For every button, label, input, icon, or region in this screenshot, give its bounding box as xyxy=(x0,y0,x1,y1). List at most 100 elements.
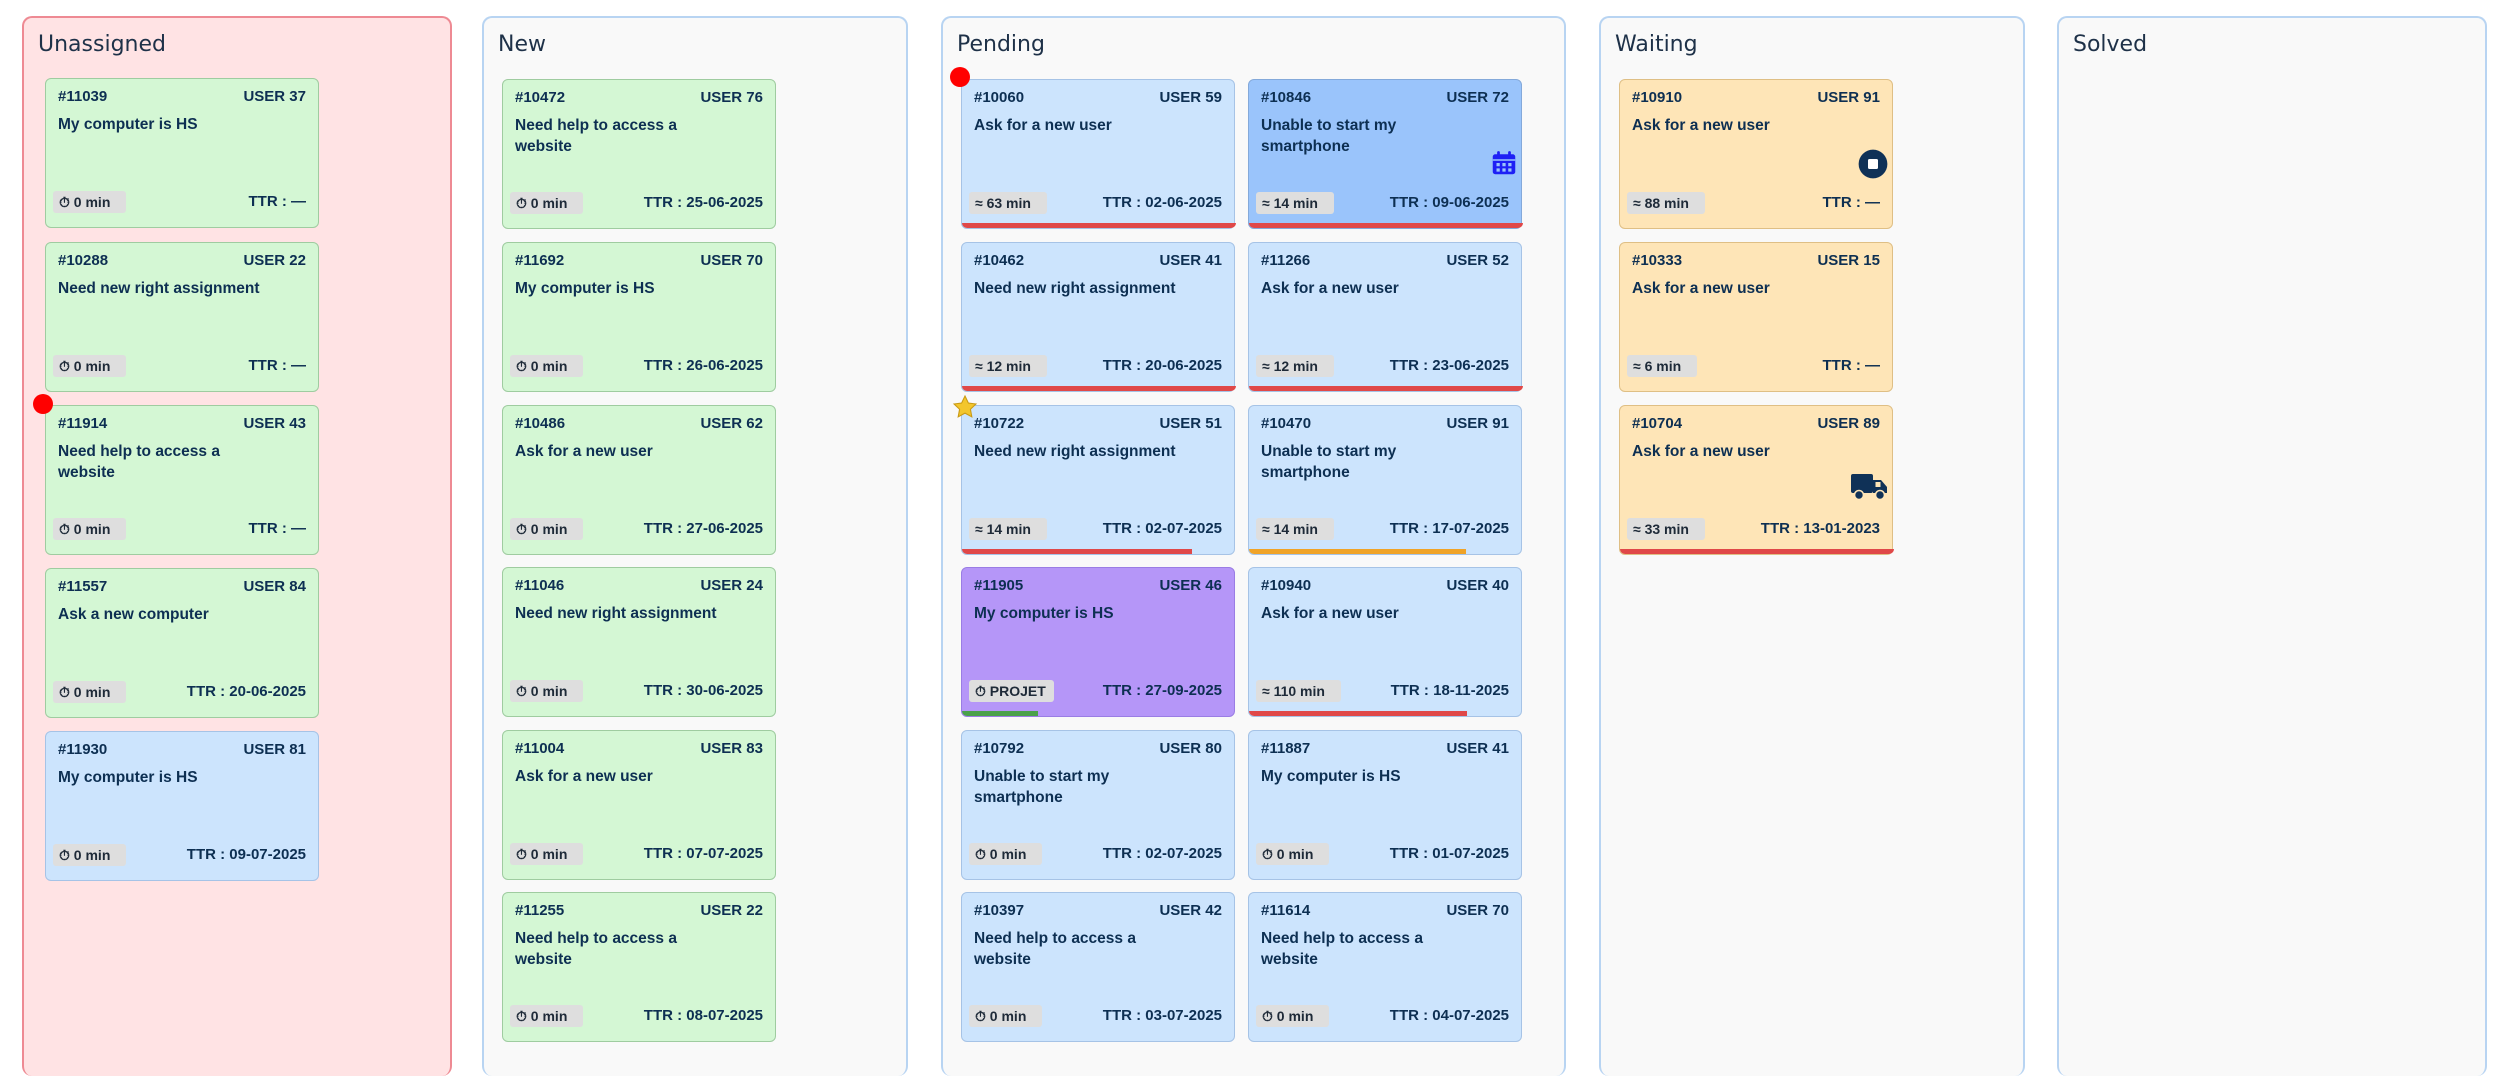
ticket-id: #11266 xyxy=(1261,252,1311,269)
ticket-card[interactable]: #10704 USER 89 Ask for a new user ≈ 33 m… xyxy=(1619,405,1894,555)
time-badge: ⏱ 0 min xyxy=(53,681,127,703)
ticket-user: USER 80 xyxy=(1159,740,1222,757)
ticket-title: Unable to start my smartphone xyxy=(974,768,1110,806)
ticket-user: USER 52 xyxy=(1446,252,1509,269)
time-badge: ≈ 14 min xyxy=(1256,192,1334,214)
ticket-user: USER 62 xyxy=(700,415,763,432)
sla-progress-bar xyxy=(1249,386,1523,391)
ticket-card[interactable]: #11914 USER 43 Need help to access a web… xyxy=(45,405,319,555)
ticket-card[interactable]: #11557 USER 84 Ask a new computer ⏱ 0 mi… xyxy=(45,568,319,718)
ticket-card[interactable]: #10846 USER 72 Unable to start my smartp… xyxy=(1248,79,1523,229)
ticket-user: USER 59 xyxy=(1159,89,1222,106)
truck-icon xyxy=(1851,474,1887,501)
ticket-title: Need help to access a website xyxy=(515,117,677,155)
ticket-card[interactable]: #10940 USER 40 Ask for a new user ≈ 110 … xyxy=(1248,567,1522,717)
ticket-user: USER 37 xyxy=(243,88,306,105)
ticket-card[interactable]: #10910 USER 91 Ask for a new user ≈ 88 m… xyxy=(1619,79,1893,229)
column-title: Unassigned xyxy=(38,32,166,57)
ticket-card[interactable]: #10472 USER 76 Need help to access a web… xyxy=(502,79,776,229)
ticket-title: Need help to access a website xyxy=(515,930,677,968)
ticket-user: USER 24 xyxy=(700,577,763,594)
ticket-card[interactable]: #11046 USER 24 Need new right assignment… xyxy=(502,567,776,717)
ticket-ttr: TTR : 20-06-2025 xyxy=(1102,357,1222,374)
ticket-card[interactable]: #11930 USER 81 My computer is HS ⏱ 0 min… xyxy=(45,731,319,881)
time-badge: ⏱ 0 min xyxy=(53,191,127,213)
ticket-id: #10470 xyxy=(1261,415,1312,432)
ticket-id: #11614 xyxy=(1261,902,1311,919)
ticket-id: #10472 xyxy=(515,89,566,106)
ticket-card[interactable]: #10722 USER 51 Need new right assignment… xyxy=(961,405,1235,555)
ticket-id: #10792 xyxy=(974,740,1025,757)
ticket-user: USER 46 xyxy=(1159,577,1222,594)
ticket-card[interactable]: #10333 USER 15 Ask for a new user ≈ 6 mi… xyxy=(1619,242,1893,392)
ticket-card[interactable]: #11905 USER 46 My computer is HS ⏱ PROJE… xyxy=(961,567,1235,717)
column-title: New xyxy=(498,32,546,57)
ticket-ttr: TTR : — xyxy=(248,357,307,374)
ticket-user: USER 70 xyxy=(1446,902,1509,919)
time-badge: ⏱ 0 min xyxy=(969,1005,1043,1027)
ticket-id: #11046 xyxy=(515,577,565,594)
alert-dot-marker xyxy=(950,67,970,87)
ticket-card[interactable]: #11039 USER 37 My computer is HS ⏱ 0 min… xyxy=(45,78,319,228)
ticket-title: My computer is HS xyxy=(515,280,655,297)
ticket-card[interactable]: #10470 USER 91 Unable to start my smartp… xyxy=(1248,405,1522,555)
ticket-user: USER 43 xyxy=(243,415,306,432)
ticket-ttr: TTR : 09-07-2025 xyxy=(186,846,306,863)
ticket-title: Ask for a new user xyxy=(1632,117,1770,134)
ticket-card[interactable]: #10462 USER 41 Need new right assignment… xyxy=(961,242,1236,392)
ticket-ttr: TTR : 18-11-2025 xyxy=(1390,682,1509,699)
time-badge: ⏱ 0 min xyxy=(1256,843,1330,865)
ticket-id: #11692 xyxy=(515,252,565,269)
ticket-card[interactable]: #11255 USER 22 Need help to access a web… xyxy=(502,892,776,1042)
time-badge: ≈ 12 min xyxy=(1256,355,1334,377)
time-badge: ≈ 14 min xyxy=(969,518,1047,540)
ticket-card[interactable]: #11614 USER 70 Need help to access a web… xyxy=(1248,892,1522,1042)
ticket-card[interactable]: #11692 USER 70 My computer is HS ⏱ 0 min… xyxy=(502,242,776,392)
ticket-title: Need new right assignment xyxy=(515,605,717,622)
ticket-ttr: TTR : 02-07-2025 xyxy=(1102,520,1222,537)
ticket-user: USER 42 xyxy=(1159,902,1222,919)
ticket-user: USER 89 xyxy=(1817,415,1880,432)
ticket-user: USER 41 xyxy=(1446,740,1509,757)
ticket-ttr: TTR : — xyxy=(248,193,307,210)
ticket-ttr: TTR : 08-07-2025 xyxy=(643,1007,763,1024)
ticket-title: My computer is HS xyxy=(58,769,198,786)
ticket-title: Need new right assignment xyxy=(974,280,1176,297)
ticket-ttr: TTR : 27-06-2025 xyxy=(643,520,763,537)
sla-progress-bar xyxy=(962,386,1236,391)
column-title: Waiting xyxy=(1615,32,1698,57)
ticket-id: #11905 xyxy=(974,577,1024,594)
time-badge: ⏱ 0 min xyxy=(510,192,584,214)
time-badge: ⏱ PROJET xyxy=(969,680,1054,702)
kanban-board: Unassigned New Pending Waiting Solved #1… xyxy=(0,0,2500,1076)
ticket-ttr: TTR : — xyxy=(1822,194,1881,211)
ticket-title: My computer is HS xyxy=(1261,768,1401,785)
ticket-title: Need help to access a website xyxy=(58,443,220,481)
ticket-user: USER 83 xyxy=(700,740,763,757)
star-icon xyxy=(952,394,978,418)
ticket-card[interactable]: #10397 USER 42 Need help to access a web… xyxy=(961,892,1235,1042)
ticket-card[interactable]: #10060 USER 59 Ask for a new user ≈ 63 m… xyxy=(961,79,1236,229)
ticket-user: USER 22 xyxy=(243,252,306,269)
ticket-id: #11557 xyxy=(58,578,108,595)
ticket-id: #10722 xyxy=(974,415,1025,432)
ticket-card[interactable]: #11266 USER 52 Ask for a new user ≈ 12 m… xyxy=(1248,242,1523,392)
ticket-id: #10333 xyxy=(1632,252,1683,269)
ticket-card[interactable]: #11887 USER 41 My computer is HS ⏱ 0 min… xyxy=(1248,730,1522,880)
time-badge: ≈ 63 min xyxy=(969,192,1047,214)
ticket-user: USER 40 xyxy=(1446,577,1509,594)
ticket-ttr: TTR : 20-06-2025 xyxy=(186,683,306,700)
ticket-id: #10462 xyxy=(974,252,1025,269)
ticket-id: #10704 xyxy=(1632,415,1683,432)
ticket-ttr: TTR : 09-06-2025 xyxy=(1389,194,1509,211)
time-badge: ≈ 6 min xyxy=(1627,355,1698,377)
ticket-card[interactable]: #10792 USER 80 Unable to start my smartp… xyxy=(961,730,1235,880)
time-badge: ⏱ 0 min xyxy=(53,844,127,866)
ticket-title: Ask for a new user xyxy=(1261,280,1399,297)
ticket-card[interactable]: #10288 USER 22 Need new right assignment… xyxy=(45,242,319,392)
ticket-card[interactable]: #10486 USER 62 Ask for a new user ⏱ 0 mi… xyxy=(502,405,776,555)
ticket-ttr: TTR : 04-07-2025 xyxy=(1389,1007,1509,1024)
ticket-title: Ask for a new user xyxy=(1632,280,1770,297)
stop-icon xyxy=(1858,149,1888,179)
ticket-card[interactable]: #11004 USER 83 Ask for a new user ⏱ 0 mi… xyxy=(502,730,776,880)
